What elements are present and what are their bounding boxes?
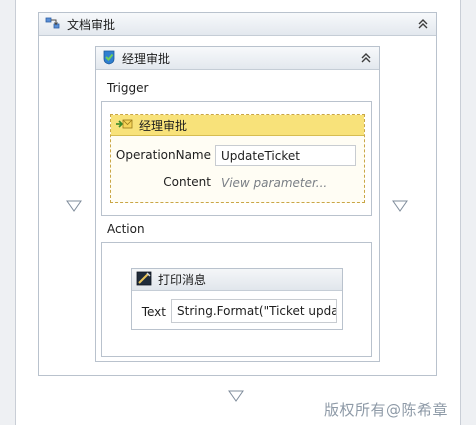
receive-icon [115,118,133,133]
pick-branch-icon [102,49,116,68]
writeline-icon [136,271,152,289]
text-expression-input[interactable]: String.Format("Ticket update [171,299,337,323]
copyright-watermark: 版权所有@陈希章 [324,401,449,419]
operation-name-input[interactable]: UpdateTicket [215,145,356,166]
writeline-header[interactable]: 打印消息 [132,269,342,291]
writeline-title: 打印消息 [158,273,207,287]
content-parameter-link[interactable]: View parameter... [215,172,356,193]
outer-sequence-header[interactable]: 文档审批 [39,13,436,36]
content-label: Content [163,175,211,189]
pick-branch-header[interactable]: 经理审批 [96,47,379,70]
collapse-icon[interactable] [416,17,430,31]
collapse-icon[interactable] [359,51,373,65]
sequence-icon [45,16,61,33]
receive-title: 经理审批 [139,118,188,133]
outer-sequence-title: 文档审批 [67,17,116,32]
designer-left-margin [0,0,16,425]
drop-target-arrow-icon[interactable] [392,200,408,215]
receive-header[interactable]: 经理审批 [111,115,364,136]
trigger-label: Trigger [107,81,149,95]
drop-target-arrow-icon[interactable] [228,390,244,405]
operation-name-label: OperationName [115,148,211,162]
drop-target-arrow-icon[interactable] [66,200,82,215]
text-label: Text [141,305,166,319]
pick-branch-title: 经理审批 [122,51,171,66]
designer-right-margin [460,0,476,425]
action-label: Action [107,222,145,236]
